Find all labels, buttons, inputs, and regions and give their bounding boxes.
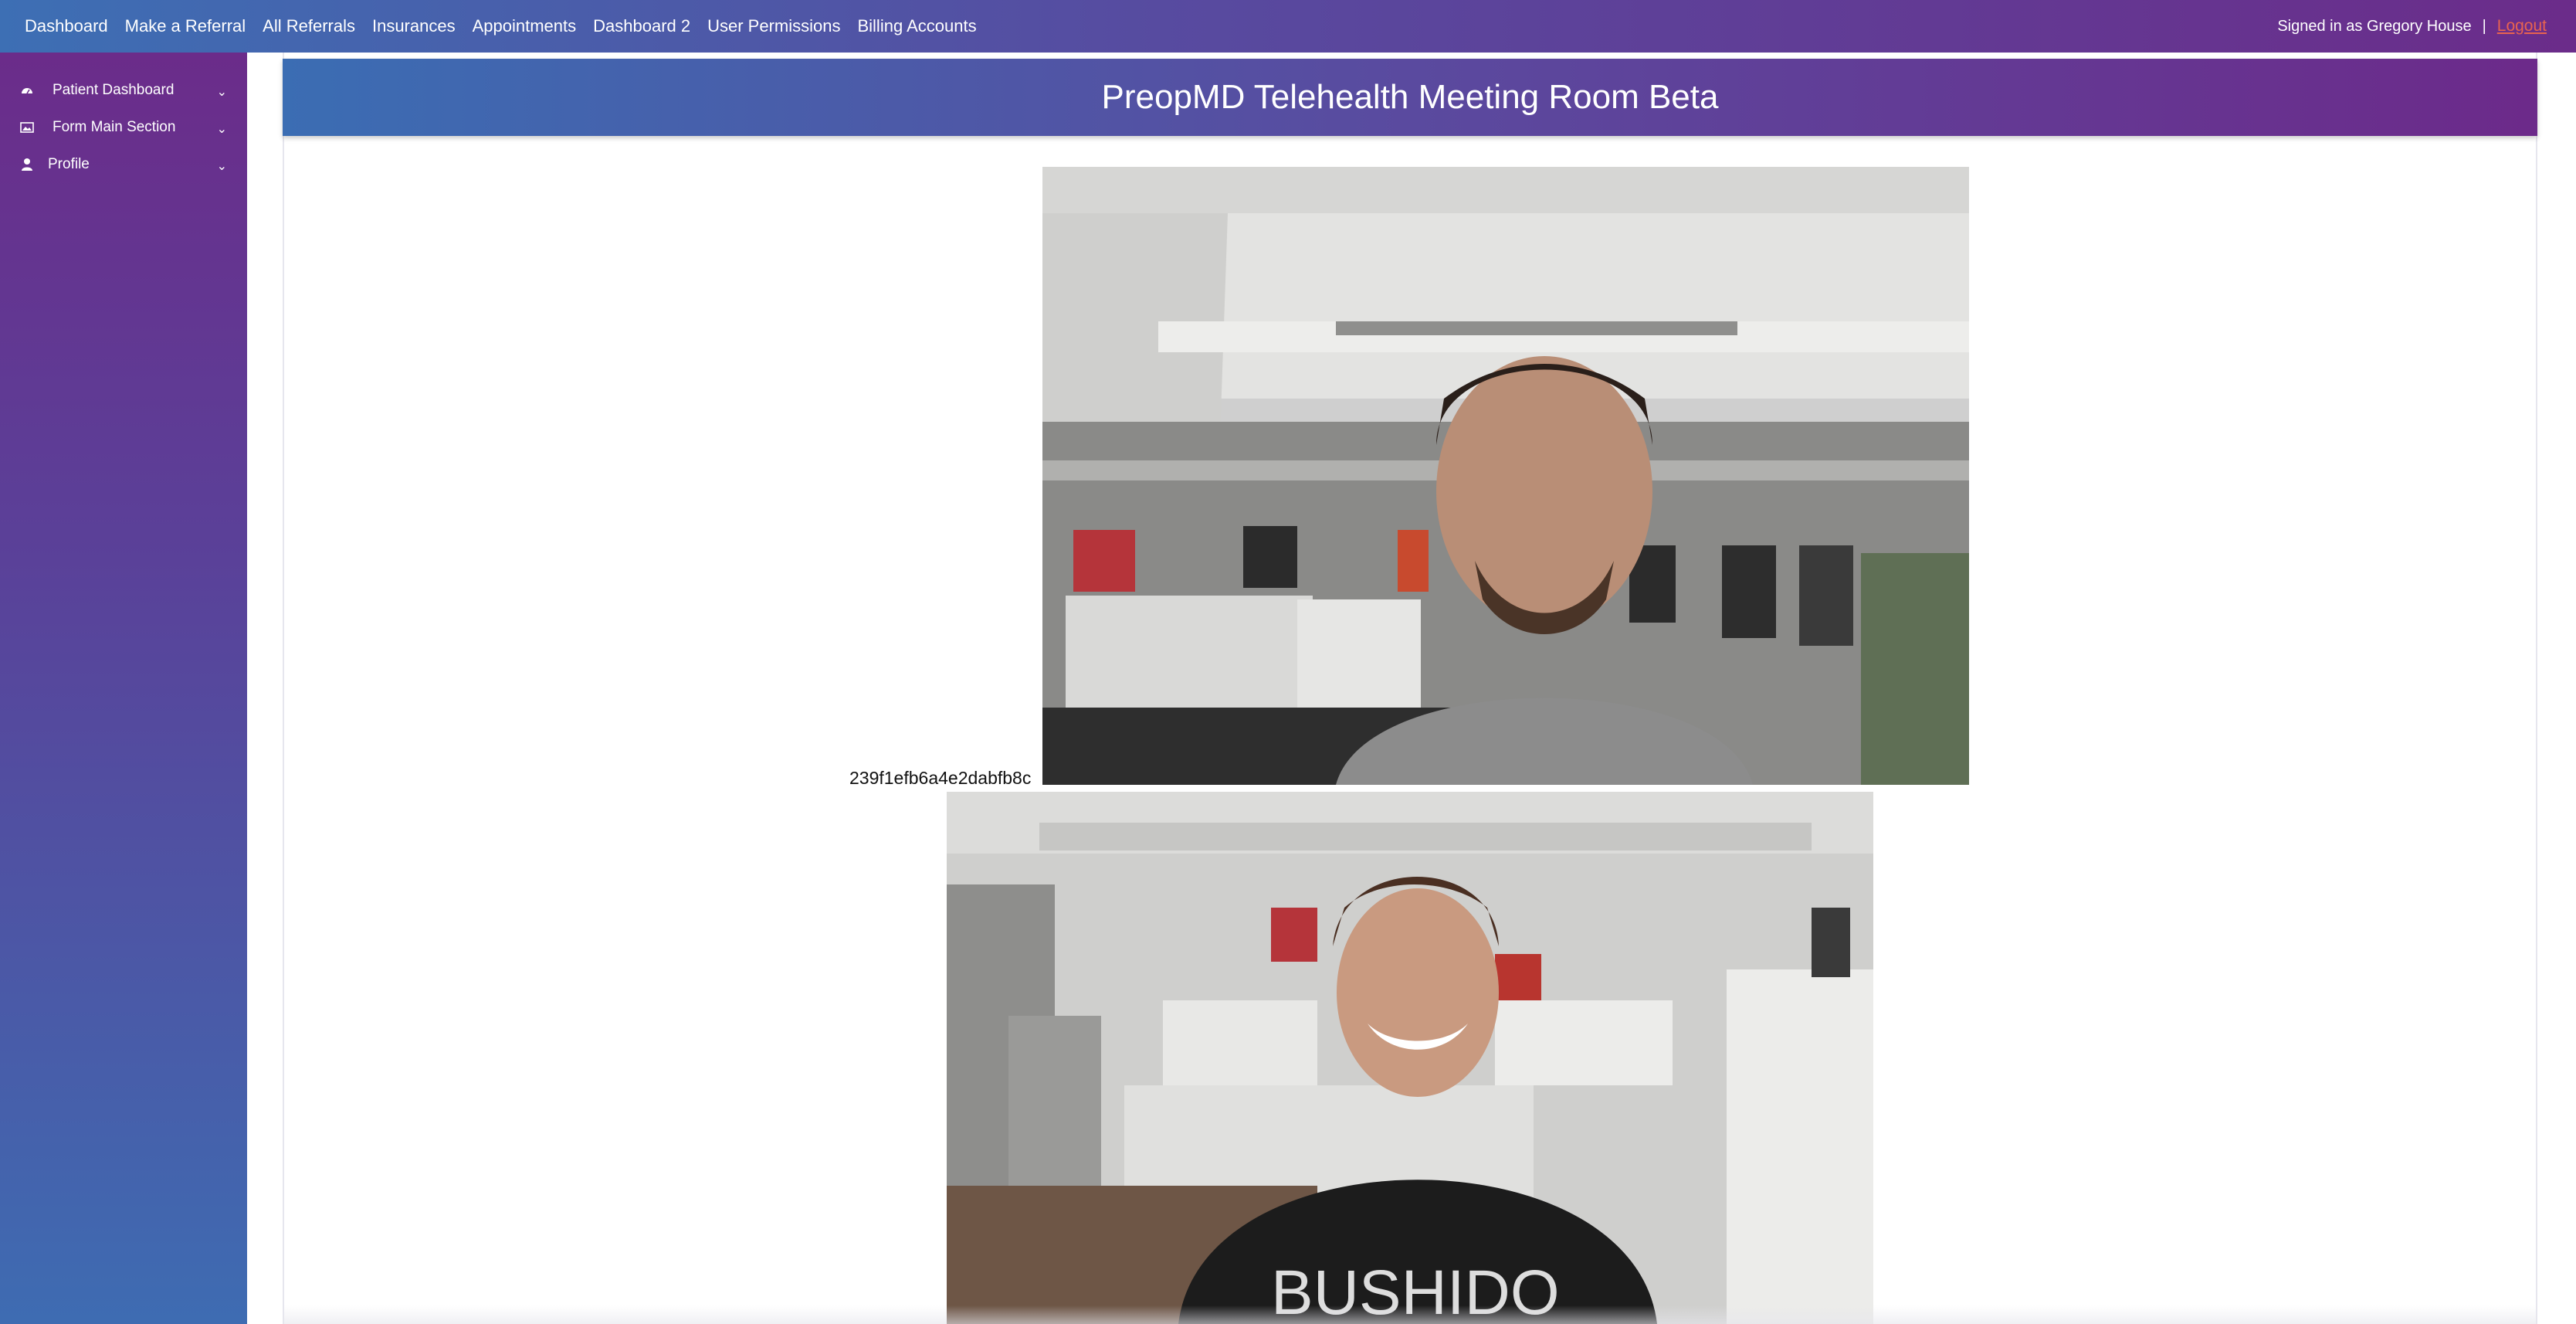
- remote-video: BUSHIDO: [947, 792, 1873, 1324]
- sidebar-item-label: Patient Dashboard: [53, 82, 175, 98]
- chevron-down-icon: ⌄: [216, 123, 227, 136]
- sidebar-item-label: Profile: [48, 156, 90, 172]
- user-status: Signed in as Gregory House | Logout: [2277, 0, 2547, 53]
- page-title: PreopMD Telehealth Meeting Room Beta: [1101, 78, 1719, 116]
- nav-user-permissions[interactable]: User Permissions: [707, 16, 840, 36]
- chevron-down-icon: ⌄: [216, 86, 227, 99]
- signed-in-text: Signed in as Gregory House: [2277, 17, 2472, 35]
- image-icon: [20, 121, 34, 134]
- nav-billing-accounts[interactable]: Billing Accounts: [857, 16, 976, 36]
- user-icon: [20, 158, 34, 171]
- sidebar-item-label: Form Main Section: [53, 119, 176, 135]
- nav-insurances[interactable]: Insurances: [372, 16, 456, 36]
- page-header: PreopMD Telehealth Meeting Room Beta: [283, 59, 2537, 136]
- local-video: [1042, 167, 1969, 785]
- peer-id-label: 239f1efb6a4e2dabfb8c: [849, 768, 1032, 788]
- sidebar: Patient Dashboard ⌄ Form Main Section ⌄ …: [0, 53, 247, 1324]
- nav-all-referrals[interactable]: All Referrals: [263, 16, 355, 36]
- dashboard-icon: [20, 83, 34, 97]
- nav-dashboard-2[interactable]: Dashboard 2: [593, 16, 690, 36]
- local-video-frame: [1042, 167, 1969, 785]
- nav-make-a-referral[interactable]: Make a Referral: [125, 16, 246, 36]
- nav-appointments[interactable]: Appointments: [473, 16, 577, 36]
- separator: |: [2482, 17, 2486, 35]
- logout-link[interactable]: Logout: [2497, 17, 2547, 36]
- top-navbar: Dashboard Make a Referral All Referrals …: [0, 0, 2576, 53]
- sidebar-item-patient-dashboard[interactable]: Patient Dashboard ⌄: [0, 73, 247, 107]
- remote-video-frame: BUSHIDO: [947, 792, 1873, 1324]
- sidebar-item-form-main-section[interactable]: Form Main Section ⌄: [0, 110, 247, 144]
- nav-dashboard[interactable]: Dashboard: [25, 16, 108, 36]
- chevron-down-icon: ⌄: [216, 160, 227, 173]
- sidebar-item-profile[interactable]: Profile ⌄: [0, 148, 247, 182]
- bottom-shadow: [283, 1305, 2537, 1324]
- top-nav: Dashboard Make a Referral All Referrals …: [0, 16, 994, 36]
